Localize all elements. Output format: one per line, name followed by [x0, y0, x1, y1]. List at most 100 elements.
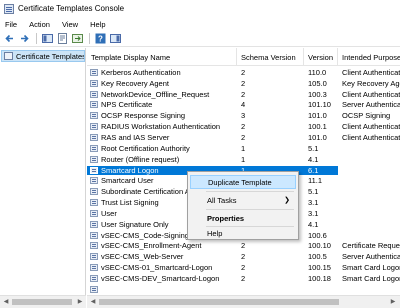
cell-version: 100.1: [308, 122, 327, 132]
template-row[interactable]: Kerberos Authentication 2 110.0 Client Auth…: [87, 67, 400, 78]
template-row[interactable]: vSEC-CMS-01_Smartcard-Logon 2 100.15 Smart …: [87, 262, 400, 273]
menu-item-duplicate-template[interactable]: Duplicate Template: [190, 175, 296, 189]
help-icon[interactable]: ?: [94, 32, 107, 45]
cell-intended-purposes: Client Authenticati: [342, 67, 400, 77]
menu-file[interactable]: File: [0, 20, 23, 29]
cell-template-name: RADIUS Workstation Authentication: [87, 122, 237, 131]
cell-intended-purposes: Client Authenticati: [342, 132, 400, 142]
certificate-template-icon: [90, 79, 98, 87]
template-name-label: Smartcard Logon: [101, 165, 159, 175]
properties-icon[interactable]: [56, 32, 69, 45]
certificate-template-icon: [90, 220, 98, 228]
scroll-left-icon[interactable]: ◀: [2, 298, 10, 306]
cell-template-name: Root Certification Authority: [87, 144, 237, 153]
cell-schema-version: 2: [241, 67, 246, 77]
template-row[interactable]: vSEC-CMS_Web-Server 2 100.5 Server Authenti…: [87, 251, 400, 262]
toolbar-separator: [36, 33, 37, 44]
template-name-label: Router (Offline request): [101, 154, 180, 164]
template-row[interactable]: Key Recovery Agent 2 105.0 Key Recovery Age…: [87, 78, 400, 89]
column-header-intended-purposes[interactable]: Intended Purposes: [338, 48, 400, 66]
template-name-label: vSEC-CMS-01_Smartcard-Logon: [101, 263, 213, 273]
certificate-template-icon: [90, 144, 98, 152]
template-row[interactable]: vSEC-CMS_Enrollment-Agent 2 100.10 Certific…: [87, 241, 400, 252]
template-name-label: User Signature Only: [101, 219, 169, 229]
cell-schema-version: 3: [241, 111, 246, 121]
menu-help[interactable]: Help: [84, 20, 111, 29]
template-name-label: vSEC-CMS-DEV_Smartcard-Logon: [101, 273, 220, 283]
template-name-label: vSEC-CMS_Code-Signing: [101, 230, 189, 240]
export-icon[interactable]: [71, 32, 84, 45]
template-name-label: RAS and IAS Server: [101, 132, 170, 142]
cell-intended-purposes: OCSP Signing: [342, 111, 391, 121]
scroll-thumb[interactable]: [99, 299, 339, 305]
certificate-template-icon: [90, 133, 98, 141]
cell-version: 100.3: [308, 89, 327, 99]
tree-horizontal-scrollbar[interactable]: ◀ ▶: [0, 295, 86, 308]
scroll-left-icon[interactable]: ◀: [89, 298, 97, 306]
cell-template-name: Key Recovery Agent: [87, 79, 237, 88]
window-title: Certificate Templates Console: [18, 4, 125, 13]
certificate-template-icon: [90, 123, 98, 131]
template-name-label: Kerberos Authentication: [101, 67, 181, 77]
template-row[interactable]: Root Certification Authority 1 5.1: [87, 143, 400, 154]
tree-item-certificate-templates[interactable]: Certificate Templates: [1, 50, 85, 62]
certificate-template-icon: [90, 274, 98, 282]
template-row[interactable]: [87, 284, 400, 295]
template-row[interactable]: vSEC-CMS-DEV_Smartcard-Logon 2 100.18 Smart…: [87, 273, 400, 284]
cell-version: 100.18: [308, 273, 331, 283]
column-header-version[interactable]: Version: [304, 48, 338, 66]
template-row[interactable]: NetworkDevice_Offline_Request 2 100.3 Clien…: [87, 89, 400, 100]
certificate-template-icon: [90, 199, 98, 207]
svg-text:?: ?: [98, 35, 103, 44]
template-row[interactable]: RADIUS Workstation Authentication 2 100.1 C…: [87, 121, 400, 132]
cell-template-name: NPS Certificate: [87, 100, 237, 109]
cell-schema-version: 1: [241, 154, 246, 164]
template-row[interactable]: RAS and IAS Server 2 101.0 Client Authentic…: [87, 132, 400, 143]
certificate-template-icon: [90, 155, 98, 163]
menu-item-all-tasks[interactable]: All Tasks ❯: [190, 193, 296, 207]
menu-item-label: All Tasks: [207, 195, 237, 205]
show-hide-icon[interactable]: [109, 32, 122, 45]
certificate-template-icon: [90, 285, 98, 293]
cell-template-name: OCSP Response Signing: [87, 111, 237, 120]
submenu-arrow-icon: ❯: [284, 197, 290, 204]
template-row[interactable]: NPS Certificate 4 101.10 Server Authenticat…: [87, 100, 400, 111]
scroll-thumb[interactable]: [12, 299, 72, 305]
cell-version: 3.1: [308, 198, 319, 208]
menu-action[interactable]: Action: [23, 20, 56, 29]
cell-version: 5.1: [308, 143, 319, 153]
certificate-template-icon: [90, 101, 98, 109]
console-tree-icon[interactable]: [41, 32, 54, 45]
forward-icon[interactable]: [18, 32, 31, 45]
certificate-template-icon: [90, 209, 98, 217]
template-name-label: Smartcard User: [101, 176, 154, 186]
cell-intended-purposes: Smart Card Logon,: [342, 273, 400, 283]
column-header-name[interactable]: Template Display Name: [87, 48, 237, 66]
certificate-template-icon: [90, 264, 98, 272]
cell-version: 4.1: [308, 154, 319, 164]
templates-folder-icon: [4, 52, 13, 60]
toolbar-separator: [89, 33, 90, 44]
back-icon[interactable]: [3, 32, 16, 45]
column-header-schema-version[interactable]: Schema Version: [237, 48, 304, 66]
menu-view[interactable]: View: [56, 20, 84, 29]
menu-bar: File Action View Help: [0, 17, 400, 31]
cell-intended-purposes: Client Authenticati: [342, 89, 400, 99]
cell-schema-version: 2: [241, 263, 246, 273]
template-name-label: OCSP Response Signing: [101, 111, 186, 121]
cell-version: 11.1: [308, 176, 323, 186]
toolbar: ?: [0, 31, 400, 47]
menu-item-help[interactable]: Help: [190, 226, 296, 240]
template-row[interactable]: Router (Offline request) 1 4.1: [87, 154, 400, 165]
context-menu: Duplicate Template All Tasks ❯ Propertie…: [187, 171, 299, 240]
cell-intended-purposes: Server Authenticati: [342, 252, 400, 262]
console-app-icon: [4, 3, 14, 14]
template-row[interactable]: OCSP Response Signing 3 101.0 OCSP Signing: [87, 110, 400, 121]
menu-item-properties[interactable]: Properties: [190, 211, 296, 225]
scroll-right-icon[interactable]: ▶: [389, 298, 397, 306]
template-name-label: RADIUS Workstation Authentication: [101, 122, 221, 132]
scroll-right-icon[interactable]: ▶: [76, 298, 84, 306]
menu-separator: [206, 209, 294, 210]
cell-version: 110.0: [308, 67, 327, 77]
list-horizontal-scrollbar[interactable]: ◀ ▶: [87, 295, 400, 308]
